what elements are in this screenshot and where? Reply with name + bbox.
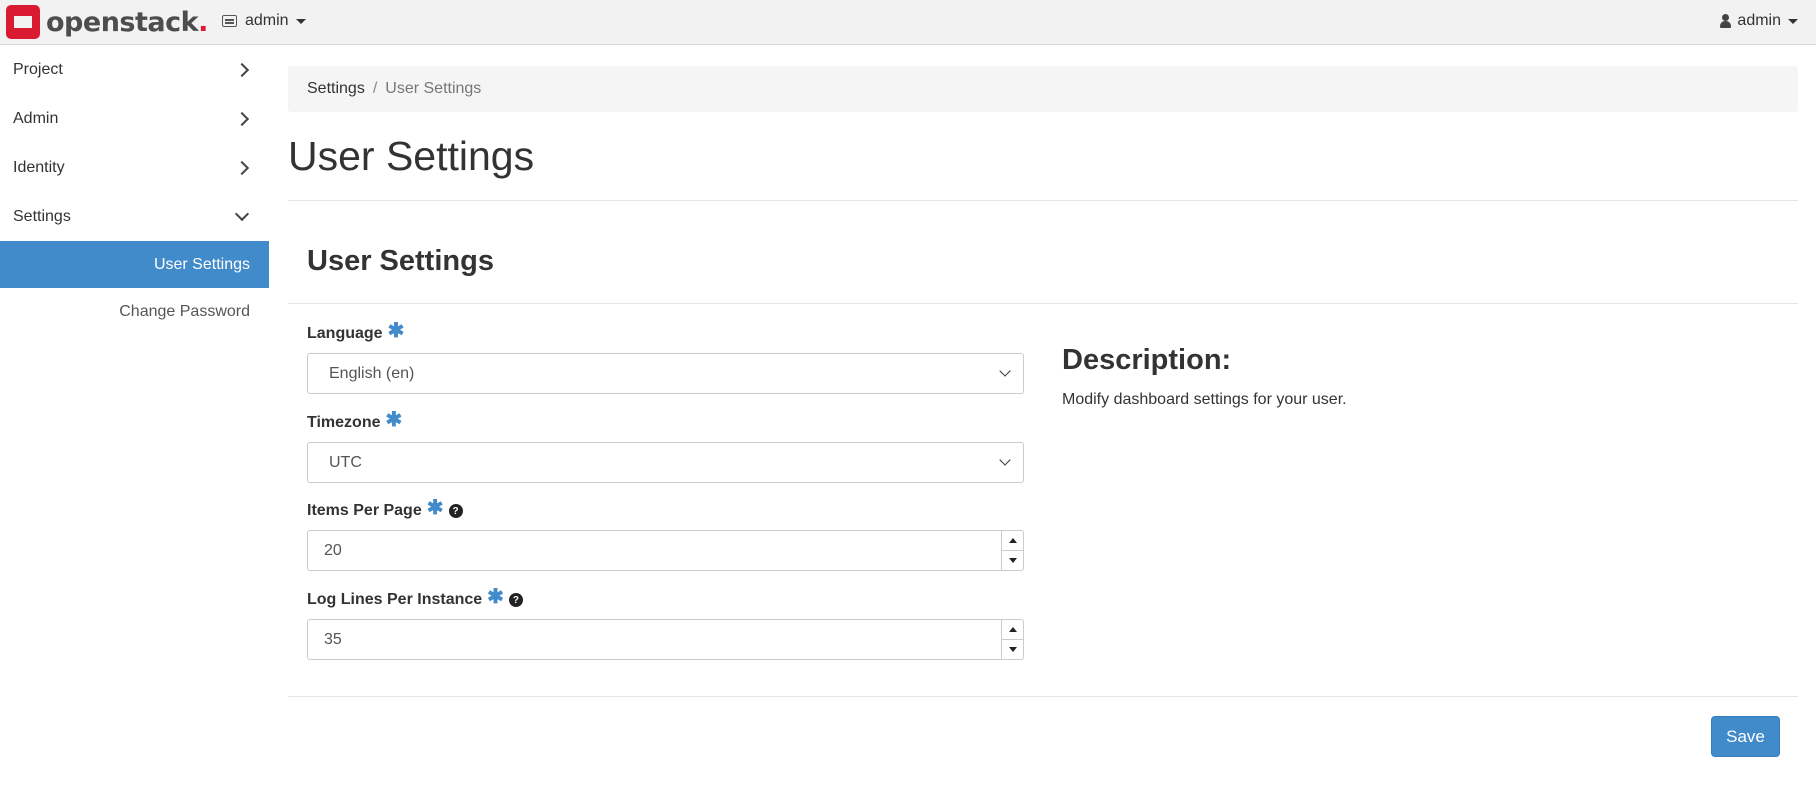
question-circle-icon[interactable]: ? (508, 593, 523, 607)
timezone-form-group: Timezone ✱ UTC (307, 409, 1024, 483)
project-list-icon (222, 15, 237, 27)
caret-down-icon (1788, 18, 1798, 24)
caret-down-icon (1008, 647, 1017, 652)
chevron-right-icon (234, 62, 250, 77)
sidebar-item-label: Project (13, 60, 63, 78)
language-label: Language ✱ (307, 320, 405, 342)
sidebar-item-identity[interactable]: Identity (0, 143, 269, 192)
chevron-right-icon (234, 111, 250, 126)
caret-up-icon (1008, 627, 1017, 632)
language-select-value: English (en) (329, 364, 415, 382)
increment-button[interactable] (1002, 620, 1023, 639)
top-navbar: openstack. admin admin (0, 0, 1816, 45)
save-button[interactable]: Save (1711, 716, 1780, 757)
log-lines-value: 35 (324, 630, 342, 648)
items-per-page-label: Items Per Page ✱ ? (307, 497, 1024, 523)
caret-down-icon (295, 18, 306, 24)
required-asterisk-icon: ✱ (487, 586, 504, 608)
log-lines-label: Log Lines Per Instance ✱ ? (307, 586, 1024, 612)
items-per-page-value: 20 (324, 541, 342, 559)
user-menu-dropdown[interactable]: admin (1719, 12, 1798, 30)
breadcrumb-settings-link[interactable]: Settings (307, 80, 365, 98)
required-asterisk-icon: ✱ (387, 320, 405, 342)
form-section-title: User Settings (307, 245, 494, 277)
project-switcher-label: admin (245, 12, 289, 29)
caret-down-icon (1008, 558, 1017, 563)
sidebar-nav: Project Admin Identity Settings User Set… (0, 45, 269, 335)
openstack-logo-icon (6, 5, 40, 39)
sidebar-item-admin[interactable]: Admin (0, 94, 269, 143)
sidebar-item-project[interactable]: Project (0, 45, 269, 94)
language-select[interactable]: English (en) (307, 353, 1024, 394)
question-circle-icon[interactable]: ? (448, 504, 463, 518)
project-switcher-dropdown[interactable]: admin (222, 12, 306, 30)
log-lines-spinner (1001, 620, 1023, 659)
items-per-page-input[interactable]: 20 (307, 530, 1024, 571)
brand-name: openstack. (46, 6, 208, 38)
sidebar-subitem-change-password[interactable]: Change Password (0, 288, 269, 335)
required-asterisk-icon: ✱ (385, 409, 403, 431)
sidebar-subitem-label: User Settings (153, 255, 250, 273)
required-asterisk-icon: ✱ (426, 497, 444, 519)
caret-up-icon (1008, 538, 1017, 543)
decrement-button[interactable] (1002, 639, 1023, 659)
user-menu-label: admin (1737, 12, 1781, 29)
items-per-page-spinner (1001, 531, 1023, 570)
timezone-select[interactable]: UTC (307, 442, 1024, 483)
items-per-page-form-group: Items Per Page ✱ ? 20 (307, 497, 1024, 571)
description-title: Description: (1062, 344, 1232, 376)
chevron-down-icon (999, 365, 1011, 377)
title-divider (288, 200, 1798, 201)
sidebar-subitem-label: Change Password (119, 302, 250, 320)
sidebar-item-settings[interactable]: Settings (0, 192, 269, 241)
chevron-right-icon (234, 160, 250, 175)
increment-button[interactable] (1002, 531, 1023, 550)
timezone-select-value: UTC (329, 453, 362, 471)
chevron-down-icon (234, 206, 250, 222)
page-title: User Settings (288, 133, 535, 179)
sidebar-item-label: Admin (13, 109, 59, 127)
chevron-down-icon (999, 454, 1011, 466)
log-lines-input[interactable]: 35 (307, 619, 1024, 660)
user-icon (1719, 14, 1732, 28)
sidebar-item-label: Settings (13, 207, 71, 225)
decrement-button[interactable] (1002, 550, 1023, 570)
sidebar-item-label: Identity (13, 158, 65, 176)
breadcrumb: Settings / User Settings (288, 66, 1798, 112)
breadcrumb-separator: / (372, 80, 378, 97)
sidebar-subitem-user-settings[interactable]: User Settings (0, 241, 269, 288)
timezone-label: Timezone ✱ (307, 409, 403, 431)
section-divider (288, 303, 1798, 304)
breadcrumb-current: User Settings (385, 80, 482, 97)
language-form-group: Language ✱ English (en) (307, 320, 1024, 394)
footer-divider (288, 696, 1798, 697)
log-lines-form-group: Log Lines Per Instance ✱ ? 35 (307, 586, 1024, 660)
description-text: Modify dashboard settings for your user. (1062, 391, 1347, 408)
openstack-logo[interactable]: openstack. (6, 5, 208, 39)
